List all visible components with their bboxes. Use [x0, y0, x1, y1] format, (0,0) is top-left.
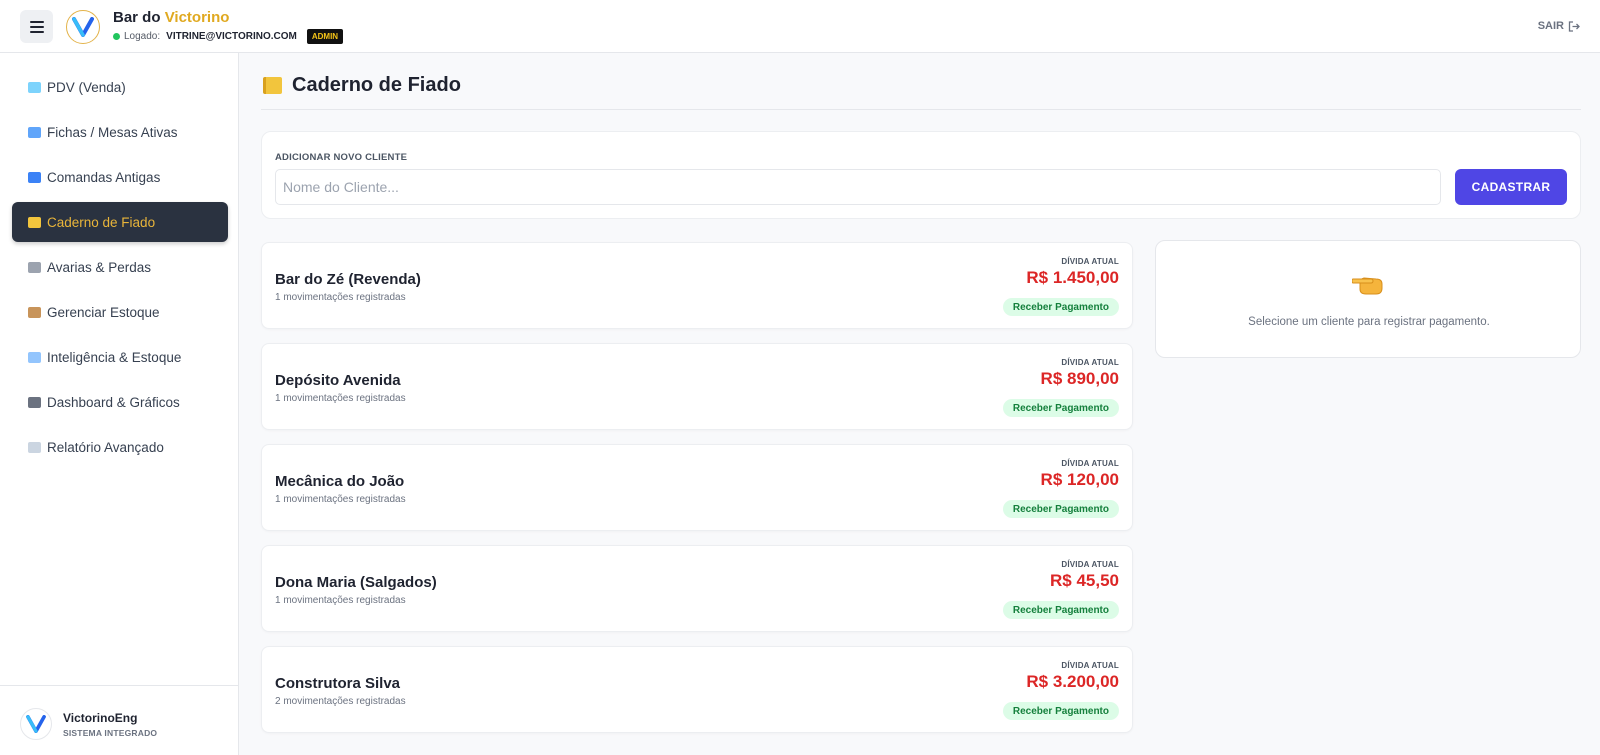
- client-name-input[interactable]: [275, 169, 1441, 205]
- side-panel-text: Selecione um cliente para registrar paga…: [1248, 316, 1490, 328]
- brand-title-accent: Victorino: [164, 9, 230, 26]
- page-title-text: Caderno de Fiado: [292, 74, 461, 96]
- debt-label: DÍVIDA ATUAL: [1061, 661, 1119, 670]
- sidebar-item-label: Caderno de Fiado: [47, 214, 156, 230]
- trash-icon: [28, 261, 41, 273]
- sidebar-item-pdv[interactable]: PDV (Venda): [12, 67, 228, 107]
- sidebar-footer: VictorinoEng SISTEMA INTEGRADO: [0, 685, 239, 755]
- add-client-label: ADICIONAR NOVO CLIENTE: [275, 152, 408, 163]
- cart-icon: [28, 81, 41, 93]
- sidebar-item-fichas[interactable]: Fichas / Mesas Ativas: [12, 112, 228, 152]
- hamburger-line: [29, 30, 44, 33]
- sidebar-item-avarias[interactable]: Avarias & Perdas: [12, 247, 228, 287]
- sidebar: PDV (Venda) Fichas / Mesas Ativas Comand…: [0, 53, 239, 755]
- debt-label: DÍVIDA ATUAL: [1061, 358, 1119, 367]
- debt-value: R$ 890,00: [1040, 369, 1119, 388]
- sidebar-item-label: Avarias & Perdas: [47, 259, 152, 275]
- hamburger-menu-button[interactable]: [20, 10, 53, 43]
- client-moves: 1 movimentações registradas: [275, 292, 406, 303]
- title-divider: [261, 109, 1581, 110]
- card-icon: [28, 171, 41, 183]
- brand-title: Bar do Victorino: [113, 9, 229, 26]
- debt-label: DÍVIDA ATUAL: [1061, 560, 1119, 569]
- logout-button[interactable]: SAIR: [1538, 20, 1580, 32]
- footer-company-name: VictorinoEng: [63, 711, 138, 725]
- sidebar-item-label: Inteligência & Estoque: [47, 349, 182, 365]
- role-badge: ADMIN: [306, 29, 344, 44]
- top-header: Bar do Victorino Logado: VITRINE@VICTORI…: [0, 0, 1600, 53]
- debt-value: R$ 1.450,00: [1026, 268, 1119, 287]
- sidebar-item-comandas[interactable]: Comandas Antigas: [12, 157, 228, 197]
- client-moves: 2 movimentações registradas: [275, 696, 406, 707]
- debt-value: R$ 120,00: [1040, 470, 1119, 489]
- footer-logo-icon: [20, 708, 52, 740]
- sidebar-item-dashboard[interactable]: Dashboard & Gráficos: [12, 382, 228, 422]
- logout-icon: [1568, 20, 1580, 32]
- hamburger-line: [29, 25, 44, 28]
- debt-value: R$ 45,50: [1050, 571, 1119, 590]
- client-moves: 1 movimentações registradas: [275, 494, 406, 505]
- client-name: Depósito Avenida: [275, 372, 401, 389]
- sidebar-item-inteligencia[interactable]: Inteligência & Estoque: [12, 337, 228, 377]
- receive-payment-button[interactable]: Receber Pagamento: [1002, 399, 1119, 417]
- sidebar-item-relatorio[interactable]: Relatório Avançado: [12, 427, 228, 467]
- report-icon: [28, 441, 41, 453]
- brand-logo-icon: [66, 10, 100, 44]
- client-moves: 1 movimentações registradas: [275, 393, 406, 404]
- client-name: Construtora Silva: [275, 675, 401, 692]
- package-icon: [28, 306, 41, 318]
- receive-payment-button[interactable]: Receber Pagamento: [1002, 500, 1119, 518]
- login-label: Logado:: [124, 31, 161, 42]
- brand-title-main: Bar do: [113, 9, 161, 26]
- page-title: Caderno de Fiado: [263, 74, 461, 97]
- client-card[interactable]: Mecânica do João 1 movimentações registr…: [261, 444, 1133, 531]
- hamburger-line: [29, 20, 44, 23]
- sidebar-item-label: Dashboard & Gráficos: [47, 394, 180, 410]
- sidebar-item-label: Gerenciar Estoque: [47, 304, 160, 320]
- notebook-icon: [28, 216, 41, 228]
- sidebar-item-label: Fichas / Mesas Ativas: [47, 124, 178, 140]
- client-name: Mecânica do João: [275, 473, 405, 490]
- logout-label: SAIR: [1537, 20, 1564, 32]
- payment-side-panel: Selecione um cliente para registrar paga…: [1155, 240, 1581, 358]
- sidebar-item-label: PDV (Venda): [47, 79, 126, 95]
- sidebar-item-label: Comandas Antigas: [47, 169, 161, 185]
- notebook-icon: [263, 77, 282, 94]
- client-name: Bar do Zé (Revenda): [275, 271, 421, 288]
- sidebar-item-fiado[interactable]: Caderno de Fiado: [12, 202, 228, 242]
- client-card[interactable]: Bar do Zé (Revenda) 1 movimentações regi…: [261, 242, 1133, 329]
- footer-subtitle: SISTEMA INTEGRADO: [63, 728, 158, 738]
- login-status: Logado: VITRINE@VICTORINO.COM ADMIN: [113, 29, 344, 44]
- map-icon: [28, 126, 41, 138]
- debt-label: DÍVIDA ATUAL: [1061, 459, 1119, 468]
- add-client-card: ADICIONAR NOVO CLIENTE CADASTRAR: [261, 131, 1581, 219]
- trend-icon: [28, 351, 41, 363]
- receive-payment-button[interactable]: Receber Pagamento: [1002, 601, 1119, 619]
- client-card[interactable]: Dona Maria (Salgados) 1 movimentações re…: [261, 545, 1133, 632]
- sidebar-item-estoque[interactable]: Gerenciar Estoque: [12, 292, 228, 332]
- client-name: Dona Maria (Salgados): [275, 574, 437, 591]
- login-email: VITRINE@VICTORINO.COM: [166, 31, 297, 42]
- debt-value: R$ 3.200,00: [1026, 672, 1119, 691]
- bar-chart-icon: [28, 396, 41, 408]
- pointing-hand-icon: [1352, 277, 1383, 295]
- client-card[interactable]: Construtora Silva 2 movimentações regist…: [261, 646, 1133, 733]
- client-card[interactable]: Depósito Avenida 1 movimentações registr…: [261, 343, 1133, 430]
- register-client-button[interactable]: CADASTRAR: [1455, 169, 1567, 205]
- debt-label: DÍVIDA ATUAL: [1061, 257, 1119, 266]
- online-status-icon: [113, 33, 120, 40]
- sidebar-item-label: Relatório Avançado: [47, 439, 164, 455]
- client-moves: 1 movimentações registradas: [275, 595, 406, 606]
- receive-payment-button[interactable]: Receber Pagamento: [1002, 298, 1119, 316]
- receive-payment-button[interactable]: Receber Pagamento: [1002, 702, 1119, 720]
